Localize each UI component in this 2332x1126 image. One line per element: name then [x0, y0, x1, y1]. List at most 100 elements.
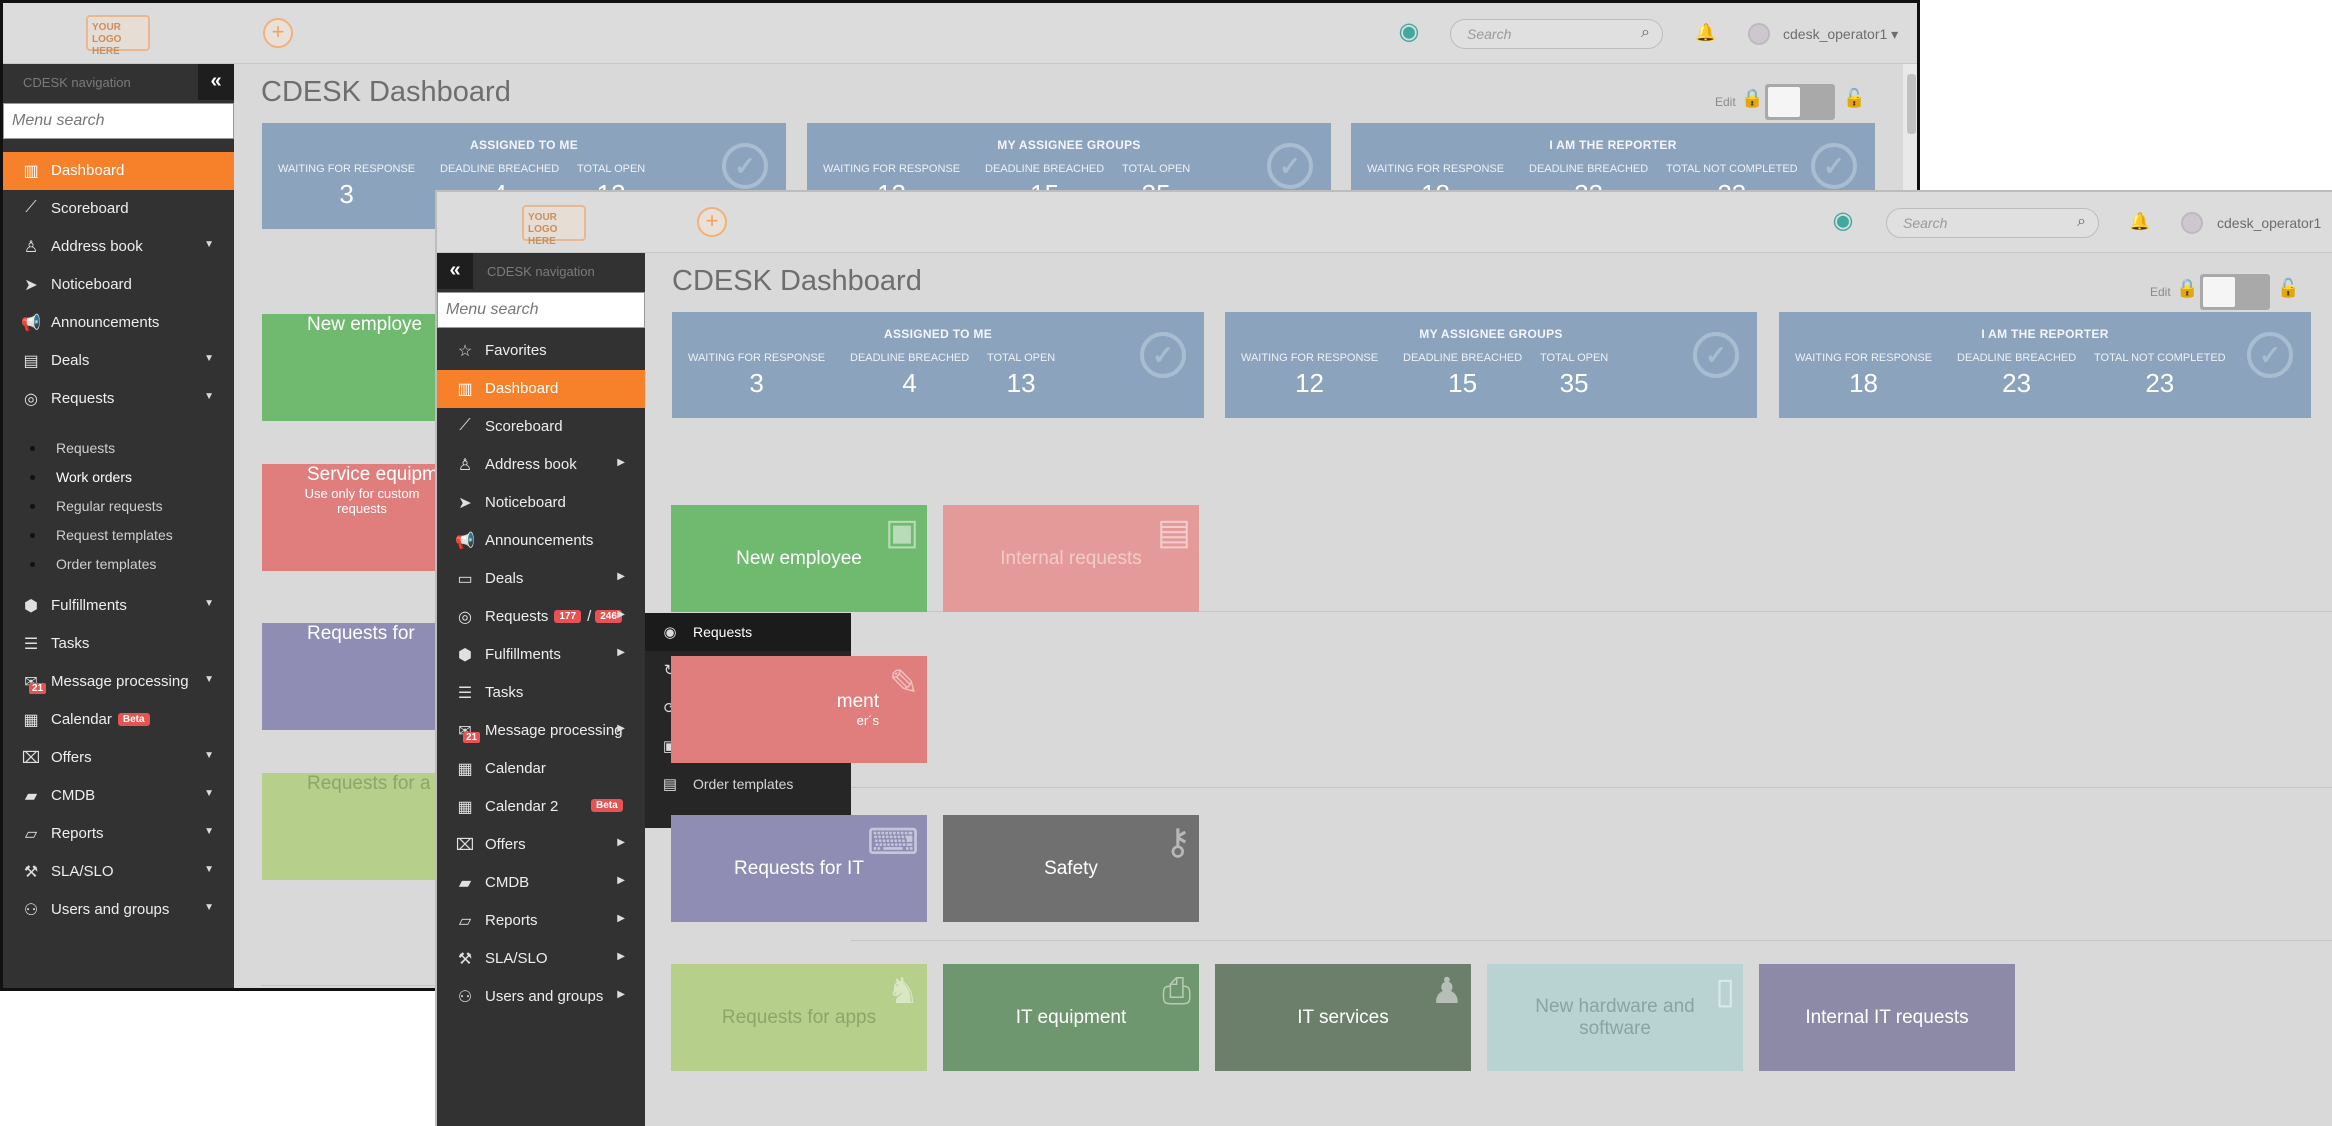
back-nav-item-message-processing[interactable]: ✉Message processing21▼	[3, 663, 234, 701]
back-subnav-order-templates[interactable]: Order templates	[30, 556, 156, 572]
tile-text: Requests for a	[307, 773, 431, 795]
front-nav-item-users-and-groups[interactable]: ⚇ Users and groups ▶	[437, 978, 645, 1016]
tile-internal-requests[interactable]: ▤ Internal requests	[943, 505, 1199, 612]
stat-card-assigned-to-me[interactable]: ASSIGNED TO ME WAITING FOR RESPONSE 3 DEADL…	[672, 312, 1204, 418]
back-edit-toggle[interactable]	[1765, 84, 1835, 120]
back-avatar[interactable]	[1748, 23, 1770, 45]
tile-new-employee[interactable]: ▣ New employee	[671, 505, 927, 612]
flyout-item-order-templates[interactable]: ▤ Order templates	[645, 765, 851, 803]
front-nav-item-calendar-2[interactable]: ▦ Calendar 2 Beta	[437, 788, 645, 826]
front-nav-item-offers[interactable]: ⌧ Offers ▶	[437, 826, 645, 864]
tile-it-services[interactable]: ♟ IT services	[1215, 964, 1471, 1071]
front-nav-item-scoreboard[interactable]: ⟋ Scoreboard	[437, 408, 645, 446]
back-subnav-regular-requests[interactable]: Regular requests	[30, 498, 163, 514]
back-tile-3[interactable]: Requests for a	[262, 773, 442, 880]
front-menu-search[interactable]: Menu search	[437, 292, 645, 328]
back-nav-item-scoreboard[interactable]: ⟋ Scoreboard	[3, 190, 234, 228]
front-logo[interactable]: YOUR LOGO HERE	[522, 205, 586, 247]
back-subnav-requests[interactable]: Requests	[30, 440, 115, 456]
stat-waiting-for-response[interactable]: WAITING FOR RESPONSE 3	[688, 352, 825, 399]
back-search-input[interactable]: Search ⌕	[1450, 19, 1663, 49]
back-nav-item-requests[interactable]: ◎ Requests ▼	[3, 380, 234, 418]
front-search-input[interactable]: Search ⌕	[1886, 208, 2099, 238]
front-beacon-icon[interactable]: ◉	[1830, 206, 1856, 236]
stat-waiting-for-response[interactable]: WAITING FOR RESPONSE 12	[1241, 352, 1378, 399]
back-nav-item-dashboard[interactable]: ▥ Dashboard	[3, 152, 234, 190]
badge-separator: /	[587, 608, 592, 625]
nav-label-text: Dashboard	[485, 380, 559, 397]
stat-total-not-completed[interactable]: TOTAL NOT COMPLETED 23	[2094, 352, 2226, 399]
front-nav-item-requests[interactable]: ◎ Requests 177/246 ▶	[437, 598, 645, 636]
stat-card-my-assignee-groups[interactable]: MY ASSIGNEE GROUPS WAITING FOR RESPONSE 12…	[1225, 312, 1757, 418]
back-beacon-icon[interactable]: ◉	[1396, 17, 1422, 47]
tile-ment[interactable]: ✎ ment er´s	[671, 656, 927, 763]
tile-safety[interactable]: ⚷ Safety	[943, 815, 1199, 922]
stat-deadline-breached[interactable]: DEADLINE BREACHED 23	[1957, 352, 2076, 399]
front-add-button[interactable]: +	[697, 207, 727, 237]
front-nav-item-message-processing[interactable]: ✉Message processing21▶	[437, 712, 645, 750]
front-nav-item-cmdb[interactable]: ▰ CMDB ▶	[437, 864, 645, 902]
tile-internal-it-requests[interactable]: Internal IT requests	[1759, 964, 2015, 1071]
back-nav-item-offers[interactable]: ⌧ Offers ▼	[3, 739, 234, 777]
back-nav-item-announcements[interactable]: 📢 Announcements	[3, 304, 234, 342]
front-nav-item-reports[interactable]: ▱ Reports ▶	[437, 902, 645, 940]
front-nav-item-deals[interactable]: ▭ Deals ▶	[437, 560, 645, 598]
stat-total-open[interactable]: TOTAL OPEN 13	[987, 352, 1055, 399]
back-nav-item-deals[interactable]: ▤ Deals ▼	[3, 342, 234, 380]
back-collapse-button[interactable]: «	[198, 64, 234, 100]
back-nav-item-address-book[interactable]: ♙ Address book ▼	[3, 228, 234, 266]
stat-card-i-am-the-reporter[interactable]: I AM THE REPORTER WAITING FOR RESPONSE 18 D…	[1779, 312, 2311, 418]
stat-waiting-for-response[interactable]: WAITING FOR RESPONSE 18	[1795, 352, 1932, 399]
tile-text: IT equipment	[961, 1007, 1181, 1029]
back-nav-item-tasks[interactable]: ☰ Tasks	[3, 625, 234, 663]
back-nav-item-fulfillments[interactable]: ⬢ Fulfillments ▼	[3, 587, 234, 625]
tile-requests-for-it[interactable]: ⌨ Requests for IT	[671, 815, 927, 922]
tile-new-hardware-and-software[interactable]: ▯ New hardware and software	[1487, 964, 1743, 1071]
stat-waiting-for-response[interactable]: WAITING FOR RESPONSE 3	[278, 163, 415, 210]
tile-requests-for-apps[interactable]: ♞ Requests for apps	[671, 964, 927, 1071]
front-nav-item-address-book[interactable]: ♙ Address book ▶	[437, 446, 645, 484]
back-tile-0[interactable]: New employe	[262, 314, 442, 421]
front-nav-item-dashboard[interactable]: ▥ Dashboard	[437, 370, 645, 408]
search-icon[interactable]: ⌕	[1641, 24, 1650, 42]
back-user-menu[interactable]: cdesk_operator1 ▾	[1783, 26, 1898, 43]
front-user-menu[interactable]: cdesk_operator1	[2217, 215, 2321, 231]
nav-label-text: Requests	[485, 608, 549, 625]
back-nav-item-noticeboard[interactable]: ➤ Noticeboard	[3, 266, 234, 304]
back-nav-label: Fulfillments	[51, 597, 127, 614]
back-bell-icon[interactable]: 🔔	[1695, 23, 1716, 43]
stat-deadline-breached[interactable]: DEADLINE BREACHED 4	[850, 352, 969, 399]
stat-total-open[interactable]: TOTAL OPEN 35	[1540, 352, 1608, 399]
back-nav-item-cmdb[interactable]: ▰ CMDB ▼	[3, 777, 234, 815]
front-nav-item-favorites[interactable]: ☆ Favorites	[437, 332, 645, 370]
front-nav-item-sla-slo[interactable]: ⚒ SLA/SLO ▶	[437, 940, 645, 978]
back-nav-item-reports[interactable]: ▱ Reports ▼	[3, 815, 234, 853]
front-nav-item-announcements[interactable]: 📢 Announcements	[437, 522, 645, 560]
back-logo[interactable]: YOUR LOGO HERE	[86, 15, 150, 57]
back-subnav-request-templates[interactable]: Request templates	[30, 527, 173, 543]
front-nav-item-calendar[interactable]: ▦ Calendar	[437, 750, 645, 788]
stat-deadline-breached[interactable]: DEADLINE BREACHED 15	[1403, 352, 1522, 399]
stat-value: 35	[1559, 368, 1589, 398]
front-avatar[interactable]	[2181, 212, 2203, 234]
back-menu-search[interactable]: Menu search	[3, 103, 234, 139]
front-nav-item-fulfillments[interactable]: ⬢ Fulfillments ▶	[437, 636, 645, 674]
back-subnav-work-orders[interactable]: Work orders	[30, 469, 132, 485]
tile-label: Internal IT requests	[1805, 1006, 1969, 1028]
front-bell-icon[interactable]: 🔔	[2129, 212, 2150, 232]
front-nav-item-tasks[interactable]: ☰ Tasks	[437, 674, 645, 712]
back-tile-2[interactable]: Requests for	[262, 623, 442, 730]
front-nav-item-noticeboard[interactable]: ➤ Noticeboard	[437, 484, 645, 522]
back-tile-1[interactable]: Service equipm Use only for custom reques…	[262, 464, 442, 571]
back-add-button[interactable]: +	[263, 18, 293, 48]
back-nav-item-calendar[interactable]: ▦ Calendar Beta	[3, 701, 234, 739]
back-nav-item-users-and-groups[interactable]: ⚇ Users and groups ▼	[3, 891, 234, 929]
flyout-item-requests[interactable]: ◉ Requests	[645, 613, 851, 651]
front-collapse-button[interactable]: «	[437, 253, 473, 289]
search-icon[interactable]: ⌕	[2077, 213, 2086, 231]
back-nav-item-sla-slo[interactable]: ⚒ SLA/SLO ▼	[3, 853, 234, 891]
tile-it-equipment[interactable]: ⎙ IT equipment	[943, 964, 1199, 1071]
back-scroll-thumb[interactable]	[1907, 74, 1916, 134]
user-icon: ♙	[23, 239, 39, 256]
front-edit-toggle[interactable]	[2200, 274, 2270, 310]
